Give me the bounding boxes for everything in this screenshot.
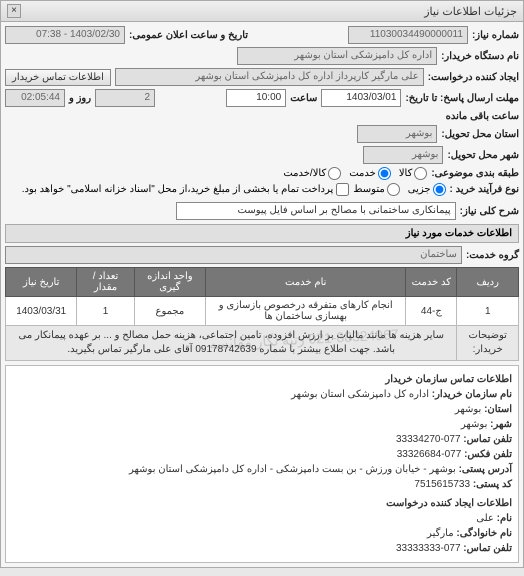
creator-lname-label: نام خانوادگی: xyxy=(456,528,512,539)
service-group-label: گروه خدمت: xyxy=(466,250,519,261)
delivery-province-field: بوشهر xyxy=(357,125,437,143)
creator-phone-label: تلفن تماس: xyxy=(463,543,512,554)
both-radio-input[interactable] xyxy=(328,167,341,180)
service-radio[interactable]: خدمت xyxy=(349,167,391,180)
cell-date: 1403/03/31 xyxy=(6,297,77,326)
requester-label: ایجاد کننده درخواست: xyxy=(428,72,519,83)
org-phone-value: 077-33334270 xyxy=(396,434,461,445)
org-fax-label: تلفن فکس: xyxy=(464,449,512,460)
deadline-label: مهلت ارسال پاسخ: تا تاریخ: xyxy=(405,93,519,104)
goods-radio-input[interactable] xyxy=(414,167,427,180)
cell-unit: مجموع xyxy=(134,297,206,326)
services-table: ردیف کد خدمت نام خدمت واحد اندازه گیری ت… xyxy=(5,267,519,361)
need-no-field: 11030034490000011 xyxy=(348,26,468,44)
window-title: جزئیات اطلاعات نیاز xyxy=(424,5,517,18)
table-row[interactable]: 1 ج-44 انجام کارهای متفرقه درخصوص بازساز… xyxy=(6,297,519,326)
process-type-label: نوع فرآیند خرید : xyxy=(450,184,519,195)
org-postcode-value: 7515615733 xyxy=(414,479,470,490)
th-qty: تعداد / مقدار xyxy=(77,268,134,297)
close-icon[interactable]: × xyxy=(7,4,21,18)
note-label-cell: توضیحات خریدار: xyxy=(457,326,519,361)
org-info-block: اطلاعات تماس سازمان خریدار نام سازمان خر… xyxy=(5,365,519,563)
medium-radio-input[interactable] xyxy=(387,183,400,196)
content-area: شماره نیاز: 11030034490000011 تاریخ و سا… xyxy=(1,22,523,567)
creator-name-value: علی xyxy=(476,513,494,524)
org-city-value: بوشهر xyxy=(461,419,487,430)
org-phone-label: تلفن تماس: xyxy=(463,434,512,445)
requester-field: علی مارگیر کارپرداز اداره کل دامپزشکی اس… xyxy=(115,68,424,86)
table-header-row: ردیف کد خدمت نام خدمت واحد اندازه گیری ت… xyxy=(6,268,519,297)
th-date: تاریخ نیاز xyxy=(6,268,77,297)
creator-lname-value: مارگیر xyxy=(427,528,454,539)
time-label: ساعت xyxy=(290,93,317,104)
creator-header: اطلاعات ایجاد کننده درخواست xyxy=(12,496,512,511)
org-province-label: استان: xyxy=(484,404,512,415)
org-postcode-label: کد پستی: xyxy=(473,479,512,490)
services-section-header: اطلاعات خدمات مورد نیاز xyxy=(5,224,519,243)
details-window: جزئیات اطلاعات نیاز × شماره نیاز: 110300… xyxy=(0,0,524,568)
delivery-province-label: استان محل تحویل: xyxy=(441,129,519,140)
remain-label: ساعت باقی مانده xyxy=(446,111,519,122)
remain-time-field: 02:05:44 xyxy=(5,89,65,107)
both-radio[interactable]: کالا/خدمت xyxy=(283,167,341,180)
buyer-device-label: نام دستگاه خریدار: xyxy=(441,51,519,62)
main-desc-label: شرح کلی نیاز: xyxy=(460,206,519,217)
payment-note: پرداخت تمام یا بخشی از مبلغ خرید،از محل … xyxy=(22,184,334,195)
process-type-radios: جزیی متوسط xyxy=(353,183,445,196)
announce-label: تاریخ و ساعت اعلان عمومی: xyxy=(129,30,248,41)
contact-buyer-button[interactable]: اطلاعات تماس خریدار xyxy=(5,69,111,86)
creator-name-label: نام: xyxy=(497,513,512,524)
need-no-label: شماره نیاز: xyxy=(472,30,519,41)
days-field: 2 xyxy=(95,89,155,107)
cell-code: ج-44 xyxy=(406,297,457,326)
org-postal-label: آدرس پستی: xyxy=(459,464,512,475)
org-province-value: بوشهر xyxy=(455,404,481,415)
delivery-city-label: شهر محل تحویل: xyxy=(447,150,519,161)
main-desc-field[interactable]: پیمانکاری ساختمانی با مصالح بر اساس فایل… xyxy=(176,202,456,220)
partial-radio-input[interactable] xyxy=(433,183,446,196)
service-radio-input[interactable] xyxy=(378,167,391,180)
subject-type-radios: کالا خدمت کالا/خدمت xyxy=(283,167,427,180)
deadline-time-field[interactable]: 10:00 xyxy=(226,89,286,107)
payment-checkbox[interactable]: پرداخت تمام یا بخشی از مبلغ خرید،از محل … xyxy=(22,183,350,196)
subject-type-label: طبقه بندی موضوعی: xyxy=(431,168,519,179)
org-city-label: شهر: xyxy=(490,419,512,430)
note-text-cell: سایر هزینه ها مانند مالیات بر ارزش افزود… xyxy=(6,326,457,361)
partial-radio[interactable]: جزیی xyxy=(408,183,446,196)
cell-qty: 1 xyxy=(77,297,134,326)
days-label: روز و xyxy=(69,93,91,104)
th-unit: واحد اندازه گیری xyxy=(134,268,206,297)
payment-checkbox-input[interactable] xyxy=(336,183,349,196)
th-row: ردیف xyxy=(457,268,519,297)
org-info-header: اطلاعات تماس سازمان خریدار xyxy=(12,372,512,387)
table-note-row: توضیحات خریدار: سایر هزینه ها مانند مالی… xyxy=(6,326,519,361)
medium-radio[interactable]: متوسط xyxy=(353,183,399,196)
cell-name: انجام کارهای متفرقه درخصوص بازسازی و بهس… xyxy=(206,297,406,326)
buyer-device-field: اداره کل دامپزشکی استان بوشهر xyxy=(237,47,437,65)
announce-field: 1403/02/30 - 07:38 xyxy=(5,26,125,44)
org-name-value: اداره کل دامپزشکی استان بوشهر xyxy=(291,389,429,400)
cell-row: 1 xyxy=(457,297,519,326)
service-group-field: ساختمان xyxy=(5,246,462,264)
th-code: کد خدمت xyxy=(406,268,457,297)
titlebar: جزئیات اطلاعات نیاز × xyxy=(1,1,523,22)
goods-radio[interactable]: کالا xyxy=(399,167,428,180)
creator-phone-value: 077-33333333 xyxy=(396,543,461,554)
delivery-city-field: بوشهر xyxy=(363,146,443,164)
org-fax-value: 077-33326684 xyxy=(397,449,462,460)
org-name-label: نام سازمان خریدار: xyxy=(432,389,512,400)
th-name: نام خدمت xyxy=(206,268,406,297)
deadline-date-field[interactable]: 1403/03/01 xyxy=(321,89,401,107)
org-postal-value: بوشهر - خیابان ورزش - بن بست دامپزشکی - … xyxy=(129,464,456,475)
